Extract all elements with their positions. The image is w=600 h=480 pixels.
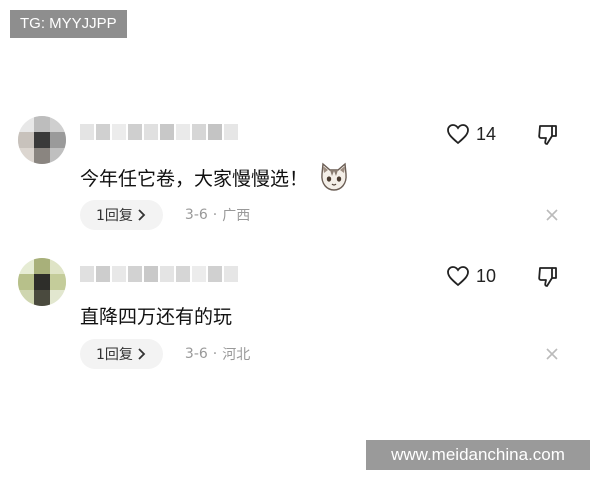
heart-icon (447, 266, 469, 287)
comment-text-content: 直降四万还有的玩 (80, 306, 233, 328)
comment-location: 广西 (222, 208, 251, 224)
avatar-pixelated-image (18, 258, 66, 306)
like-count: 10 (476, 265, 497, 286)
comment-meta: 1回复 3-6 · 广西 (80, 200, 250, 230)
like-button[interactable]: 14 (446, 122, 496, 146)
heart-icon (447, 124, 469, 145)
reply-button[interactable]: 1回复 (80, 339, 163, 369)
comment-text: 直降四万还有的玩 (80, 302, 232, 329)
chevron-right-icon (138, 209, 146, 221)
meta-separator: · (212, 346, 218, 362)
chevron-right-icon (138, 348, 146, 360)
avatar[interactable] (18, 258, 66, 306)
cat-face-icon (321, 162, 347, 191)
username-blurred (80, 122, 240, 142)
top-watermark: TG: MYYJJPP (10, 10, 127, 38)
close-icon[interactable] (544, 346, 560, 362)
meta-separator: · (212, 207, 218, 223)
avatar[interactable] (18, 116, 66, 164)
like-button[interactable]: 10 (446, 264, 496, 288)
username-blurred (80, 264, 240, 284)
dislike-icon[interactable] (536, 123, 560, 147)
comment-meta: 1回复 3-6 · 河北 (80, 339, 250, 369)
comment-text-content: 今年任它卷，大家慢慢选！ (80, 167, 309, 190)
comment-text: 今年任它卷，大家慢慢选！ (80, 162, 350, 192)
dislike-icon[interactable] (536, 265, 560, 289)
comment-date: 3-6 (184, 207, 208, 223)
close-icon[interactable] (544, 207, 560, 223)
comment-date: 3-6 (184, 346, 208, 362)
reply-label: 1回复 (96, 208, 133, 224)
reply-label: 1回复 (96, 347, 133, 363)
avatar-pixelated-image (18, 116, 66, 164)
bottom-watermark: www.meidanchina.com (366, 440, 590, 470)
like-count: 14 (476, 123, 497, 144)
reply-button[interactable]: 1回复 (80, 200, 163, 230)
comment-location: 河北 (222, 347, 251, 363)
